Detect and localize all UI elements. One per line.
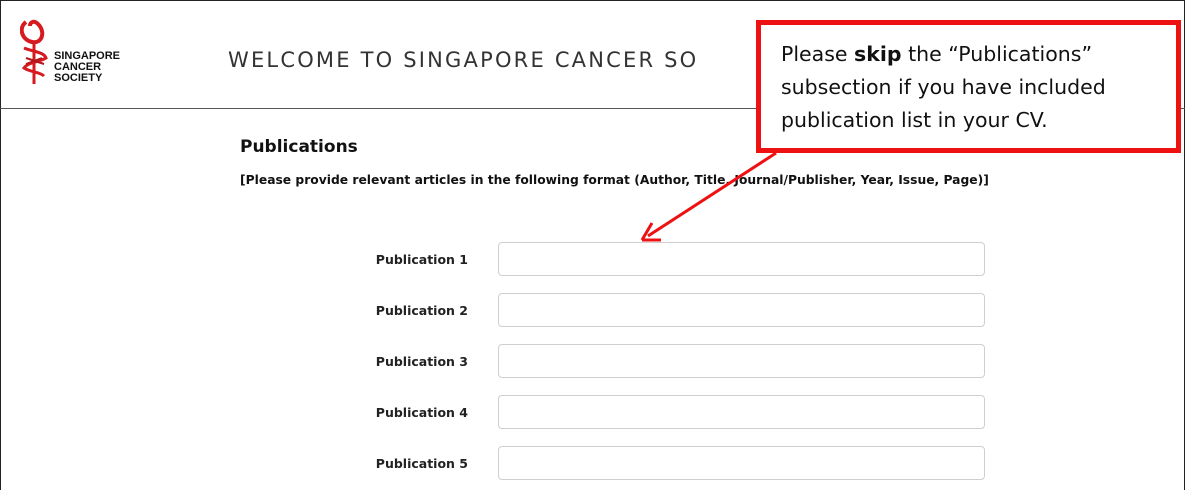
publication-5-input[interactable]	[498, 446, 985, 480]
publication-label: Publication 2	[375, 303, 468, 318]
publication-label: Publication 1	[375, 252, 468, 267]
publication-row-4: Publication 4	[0, 395, 1185, 435]
section-description: [Please provide relevant articles in the…	[240, 173, 989, 187]
publication-label: Publication 4	[375, 405, 468, 420]
publication-4-input[interactable]	[498, 395, 985, 429]
publication-2-input[interactable]	[498, 293, 985, 327]
section-title: Publications	[240, 137, 358, 157]
publication-label: Publication 5	[375, 456, 468, 471]
singapore-cancer-society-logo[interactable]: SINGAPORE CANCER SOCIETY	[20, 18, 140, 88]
publication-row-1: Publication 1	[0, 242, 1185, 282]
publication-row-2: Publication 2	[0, 293, 1185, 333]
caduceus-icon	[20, 19, 48, 84]
annotation-callout: Please skip the “Publications” subsectio…	[756, 20, 1181, 153]
publication-row-5: Publication 5	[0, 446, 1185, 486]
welcome-heading: WELCOME TO SINGAPORE CANCER SO	[228, 48, 699, 72]
publication-1-input[interactable]	[498, 242, 985, 276]
callout-text-before: Please	[781, 42, 855, 66]
publication-3-input[interactable]	[498, 344, 985, 378]
publication-label: Publication 3	[375, 354, 468, 369]
publication-row-3: Publication 3	[0, 344, 1185, 384]
callout-text-bold: skip	[854, 42, 902, 66]
logo-wordmark: SINGAPORE CANCER SOCIETY	[54, 50, 121, 84]
